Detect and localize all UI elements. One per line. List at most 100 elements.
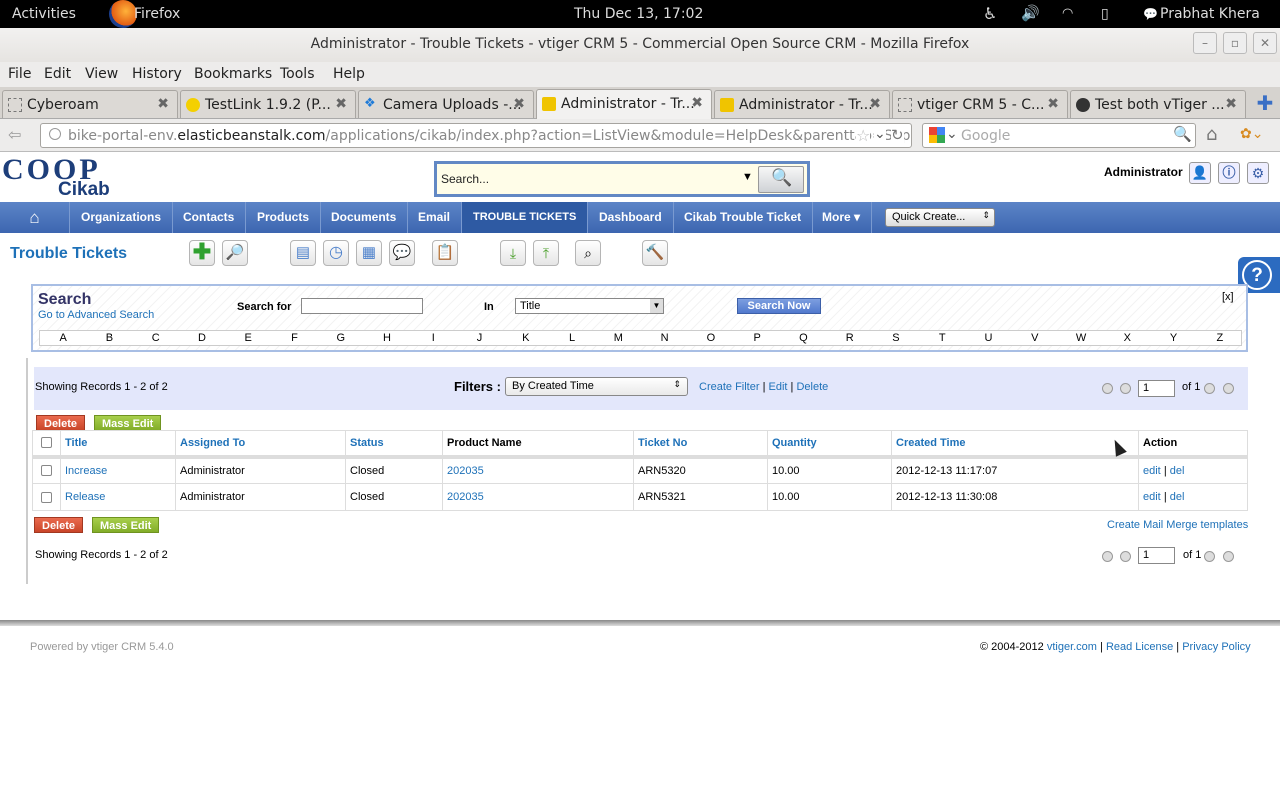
alpha-letter-v[interactable]: V xyxy=(1012,331,1058,345)
module-settings-icon[interactable]: 🔨 xyxy=(642,240,668,266)
product-link[interactable]: 202035 xyxy=(447,465,484,477)
page-number-input-bottom[interactable]: 1 xyxy=(1138,547,1175,564)
export-icon[interactable]: ⤒ xyxy=(533,240,559,266)
delete-row-link[interactable]: del xyxy=(1170,465,1185,477)
row-checkbox[interactable] xyxy=(41,491,52,503)
nav-trouble-tickets[interactable]: TROUBLE TICKETS xyxy=(462,202,589,233)
prev-page-icon[interactable] xyxy=(1120,551,1131,562)
alpha-letter-c[interactable]: C xyxy=(133,331,179,345)
nav-dashboard[interactable]: Dashboard xyxy=(588,202,674,233)
coop-cikab-logo[interactable]: COOP Cikab xyxy=(0,153,165,200)
url-bar[interactable]: bike-portal-env.elasticbeanstalk.com/app… xyxy=(40,123,912,148)
reload-icon[interactable]: ↻ xyxy=(891,126,904,144)
global-search-input[interactable]: Search... xyxy=(441,172,489,186)
close-tab-icon[interactable]: ✖ xyxy=(513,96,525,112)
filter-select[interactable]: By Created Time ⇕ xyxy=(505,377,688,396)
mass-edit-button-bottom[interactable]: Mass Edit xyxy=(92,517,160,533)
search-engine-box[interactable]: ⌄ Google 🔍 xyxy=(922,123,1196,148)
edit-filter-link[interactable]: Edit xyxy=(769,381,788,393)
page-title[interactable]: Trouble Tickets xyxy=(10,245,127,263)
delete-filter-link[interactable]: Delete xyxy=(796,381,828,393)
last-page-icon[interactable] xyxy=(1223,383,1234,394)
chat-icon[interactable]: 💬 xyxy=(389,240,415,266)
search-now-button[interactable]: Search Now xyxy=(737,298,821,314)
menu-view[interactable]: View xyxy=(85,66,118,82)
nav-contacts[interactable]: Contacts xyxy=(172,202,247,233)
ticket-title-link[interactable]: Increase xyxy=(65,465,107,477)
search-for-input[interactable] xyxy=(301,298,423,314)
edit-row-link[interactable]: edit xyxy=(1143,465,1161,477)
create-filter-link[interactable]: Create Filter xyxy=(699,381,760,393)
alpha-letter-k[interactable]: K xyxy=(503,331,549,345)
alpha-letter-g[interactable]: G xyxy=(318,331,364,345)
alpha-letter-i[interactable]: I xyxy=(410,331,456,345)
settings-gear-icon[interactable]: ⚙ xyxy=(1247,162,1269,184)
user-menu[interactable]: Prabhat Khera xyxy=(1160,6,1260,22)
alpha-letter-b[interactable]: B xyxy=(86,331,132,345)
tab-vtiger-crm[interactable]: vtiger CRM 5 - C... ✖ xyxy=(892,90,1068,118)
alpha-letter-t[interactable]: T xyxy=(919,331,965,345)
edit-row-link[interactable]: edit xyxy=(1143,491,1161,503)
delete-row-link[interactable]: del xyxy=(1170,491,1185,503)
alpha-letter-o[interactable]: O xyxy=(688,331,734,345)
wifi-icon[interactable]: ◠ xyxy=(1062,6,1073,21)
nav-cikab-trouble-ticket[interactable]: Cikab Trouble Ticket xyxy=(673,202,814,233)
home-nav-icon[interactable]: ⌂ xyxy=(0,202,70,233)
alpha-letter-q[interactable]: Q xyxy=(780,331,826,345)
menu-history[interactable]: History xyxy=(132,66,182,82)
menu-bookmarks[interactable]: Bookmarks xyxy=(194,66,272,82)
find-duplicates-icon[interactable]: ⌕ xyxy=(575,240,601,266)
clock[interactable]: Thu Dec 13, 17:02 xyxy=(574,6,703,22)
alpha-letter-f[interactable]: F xyxy=(271,331,317,345)
vtiger-link[interactable]: vtiger.com xyxy=(1047,641,1097,653)
mail-merge-link[interactable]: Create Mail Merge templates xyxy=(1107,519,1248,531)
alpha-letter-z[interactable]: Z xyxy=(1197,331,1243,345)
back-icon[interactable]: ⇦ xyxy=(8,125,21,144)
prev-page-icon[interactable] xyxy=(1120,383,1131,394)
minimize-button[interactable]: – xyxy=(1193,32,1217,54)
select-all-checkbox[interactable] xyxy=(41,437,52,449)
alpha-letter-d[interactable]: D xyxy=(179,331,225,345)
alpha-letter-m[interactable]: M xyxy=(595,331,641,345)
alpha-letter-r[interactable]: R xyxy=(827,331,873,345)
close-tab-icon[interactable]: ✖ xyxy=(1225,96,1237,112)
close-tab-icon[interactable]: ✖ xyxy=(157,96,169,112)
bookmark-star-icon[interactable]: ☆ xyxy=(856,126,871,145)
first-page-icon[interactable] xyxy=(1102,551,1113,562)
tab-administrator-active[interactable]: Administrator - Tr... ✖ xyxy=(536,89,712,119)
nav-more[interactable]: More ▾ xyxy=(811,202,873,233)
delete-button-top[interactable]: Delete xyxy=(36,415,86,431)
close-tab-icon[interactable]: ✖ xyxy=(869,96,881,112)
read-license-link[interactable]: Read License xyxy=(1106,641,1173,653)
col-created-time[interactable]: Created Time xyxy=(891,430,1139,459)
maximize-button[interactable]: ▫ xyxy=(1223,32,1247,54)
search-dropdown-icon[interactable]: ▼ xyxy=(742,171,753,183)
volume-icon[interactable]: 🔊 xyxy=(1021,4,1040,22)
close-window-button[interactable]: ✕ xyxy=(1253,32,1277,54)
alpha-letter-u[interactable]: U xyxy=(965,331,1011,345)
col-status[interactable]: Status xyxy=(345,430,443,459)
calculator-icon[interactable]: ▦ xyxy=(356,240,382,266)
global-search-button[interactable]: 🔍 xyxy=(758,166,804,193)
alpha-letter-s[interactable]: S xyxy=(873,331,919,345)
google-icon[interactable] xyxy=(929,127,945,143)
search-icon[interactable]: 🔍 xyxy=(1173,125,1192,143)
privacy-policy-link[interactable]: Privacy Policy xyxy=(1182,641,1250,653)
activities-button[interactable]: Activities xyxy=(12,6,76,22)
new-tab-button[interactable]: ✚ xyxy=(1252,91,1278,117)
addon-icon[interactable]: ✿⌄ xyxy=(1240,126,1263,142)
user-icon[interactable]: 👤 xyxy=(1189,162,1211,184)
product-link[interactable]: 202035 xyxy=(447,491,484,503)
chat-status-icon[interactable]: 💬 xyxy=(1143,7,1158,21)
accessibility-icon[interactable]: ♿ xyxy=(983,4,997,23)
alpha-letter-n[interactable]: N xyxy=(642,331,688,345)
alpha-letter-a[interactable]: A xyxy=(40,331,86,345)
advanced-search-link[interactable]: Go to Advanced Search xyxy=(38,309,154,321)
nav-products[interactable]: Products xyxy=(246,202,322,233)
alpha-letter-y[interactable]: Y xyxy=(1150,331,1196,345)
clock-icon[interactable]: ◷ xyxy=(323,240,349,266)
tab-camera-uploads[interactable]: ❖ Camera Uploads -... ✖ xyxy=(358,90,534,118)
site-identity-icon[interactable] xyxy=(49,128,61,140)
first-page-icon[interactable] xyxy=(1102,383,1113,394)
col-ticket-no[interactable]: Ticket No xyxy=(633,430,768,459)
